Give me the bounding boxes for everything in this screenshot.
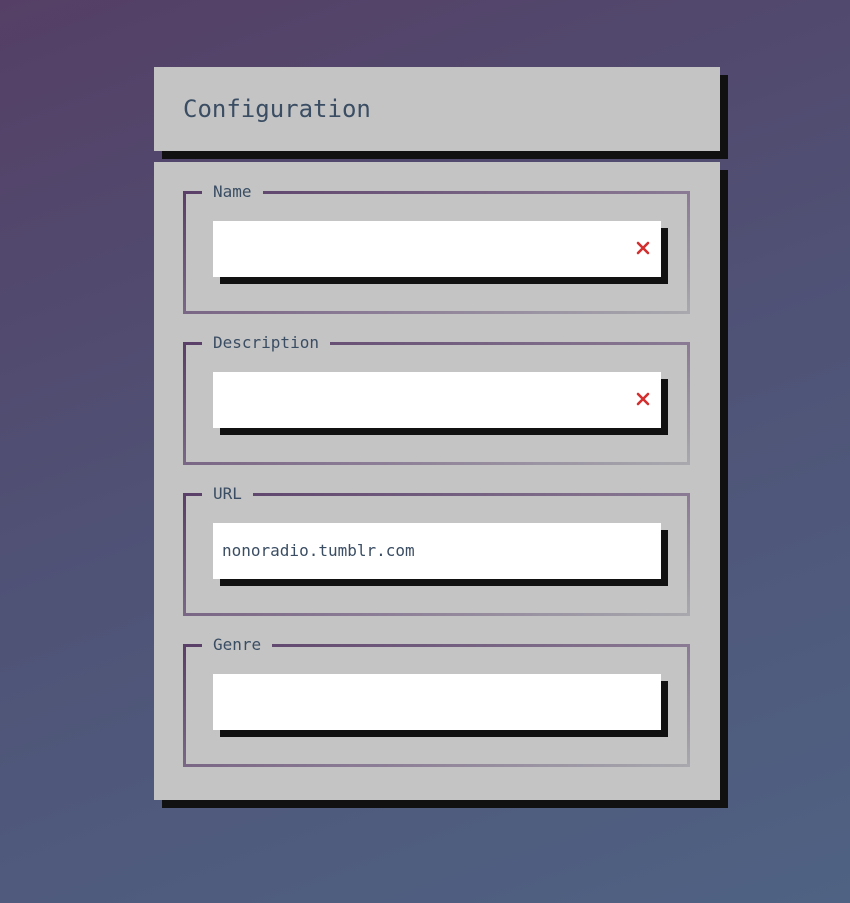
genre-input[interactable] [213, 674, 661, 730]
configuration-form: Name Description URL nonoradio.tumblr.co… [154, 162, 720, 800]
name-label: Name [202, 182, 263, 202]
description-label: Description [202, 333, 330, 353]
name-input[interactable] [213, 221, 661, 277]
page-title: Configuration [183, 95, 371, 123]
name-fieldset: Name [183, 182, 690, 314]
description-fieldset: Description [183, 333, 690, 465]
genre-fieldset: Genre [183, 635, 690, 767]
close-icon[interactable] [636, 241, 650, 255]
url-input-value: nonoradio.tumblr.com [222, 541, 415, 560]
url-label: URL [202, 484, 253, 504]
header-panel: Configuration [154, 67, 720, 151]
close-icon[interactable] [636, 392, 650, 406]
genre-label: Genre [202, 635, 273, 655]
url-fieldset: URL nonoradio.tumblr.com [183, 484, 690, 616]
description-input[interactable] [213, 372, 661, 428]
url-input[interactable]: nonoradio.tumblr.com [213, 523, 661, 579]
